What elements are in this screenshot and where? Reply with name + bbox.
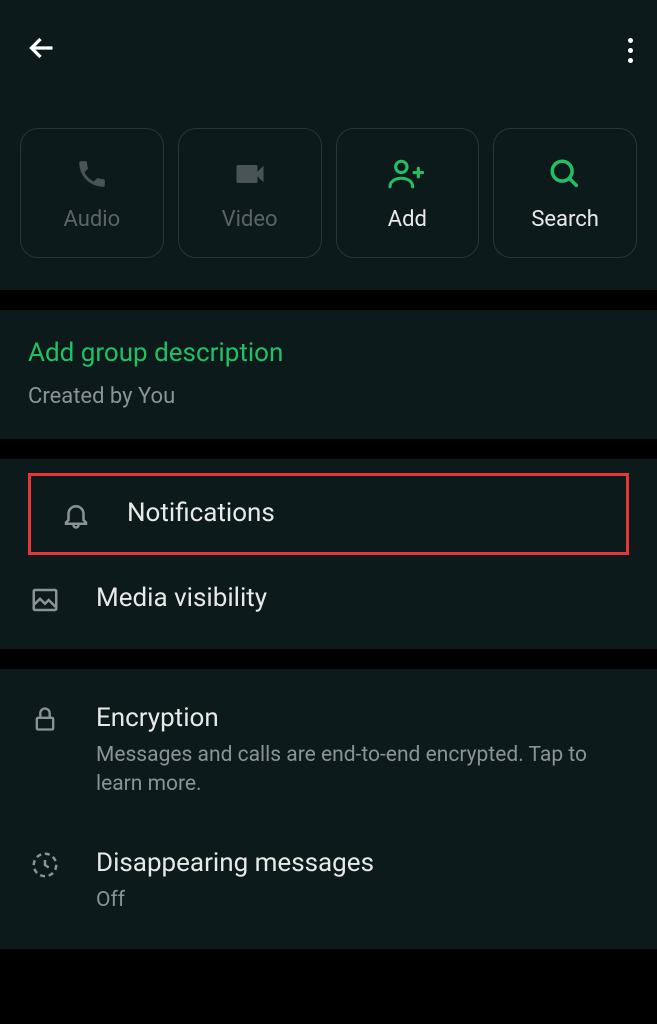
search-icon <box>548 155 582 193</box>
header <box>0 0 657 100</box>
lock-icon <box>28 703 62 733</box>
media-visibility-label: Media visibility <box>96 583 629 613</box>
add-label: Add <box>388 207 427 232</box>
settings-section-1: Notifications Media visibility <box>0 459 657 649</box>
bell-icon <box>59 498 93 530</box>
disappearing-label: Disappearing messages <box>96 848 629 878</box>
more-icon <box>628 38 633 43</box>
settings-section-2: Encryption Messages and calls are end-to… <box>0 669 657 949</box>
search-button[interactable]: Search <box>493 128 637 258</box>
search-label: Search <box>531 207 599 232</box>
more-menu-button[interactable] <box>628 38 633 63</box>
created-by-text: Created by You <box>28 384 629 409</box>
disappearing-messages-row[interactable]: Disappearing messages Off <box>0 824 657 939</box>
audio-label: Audio <box>64 207 121 232</box>
back-button[interactable] <box>24 30 60 70</box>
image-icon <box>28 583 62 615</box>
video-call-button[interactable]: Video <box>178 128 322 258</box>
add-description-link[interactable]: Add group description <box>28 338 629 368</box>
video-icon <box>232 155 268 193</box>
notifications-row[interactable]: Notifications <box>28 473 629 555</box>
audio-call-button[interactable]: Audio <box>20 128 164 258</box>
disappearing-subtitle: Off <box>96 886 629 915</box>
action-bar: Audio Video Add Search <box>0 100 657 290</box>
encryption-label: Encryption <box>96 703 629 733</box>
notifications-label: Notifications <box>127 498 598 528</box>
media-visibility-row[interactable]: Media visibility <box>0 559 657 639</box>
timer-icon <box>28 848 62 880</box>
video-label: Video <box>222 207 278 232</box>
add-member-button[interactable]: Add <box>336 128 480 258</box>
encryption-row[interactable]: Encryption Messages and calls are end-to… <box>0 679 657 824</box>
encryption-subtitle: Messages and calls are end-to-end encryp… <box>96 741 629 800</box>
phone-icon <box>75 155 109 193</box>
add-person-icon <box>387 155 427 193</box>
description-section: Add group description Created by You <box>0 310 657 439</box>
